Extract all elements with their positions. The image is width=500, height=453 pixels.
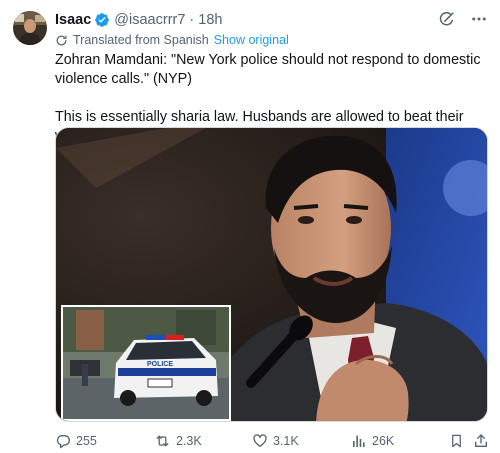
- author-handle[interactable]: @isaacrrr7: [114, 12, 185, 28]
- like-icon: [253, 434, 267, 447]
- repost-button[interactable]: 2.3K: [154, 431, 202, 451]
- like-button[interactable]: 3.1K: [252, 431, 299, 451]
- share-button[interactable]: [473, 431, 494, 451]
- post-text-line: Zohran Mamdani: "New York police should …: [55, 52, 481, 87]
- views-button[interactable]: 26K: [351, 431, 394, 451]
- bookmark-icon: [452, 434, 461, 448]
- header-actions: [438, 10, 488, 28]
- post-header: Isaac @isaacrrr7 · 18h: [55, 10, 222, 30]
- post-media[interactable]: POLICE: [55, 127, 488, 422]
- avatar[interactable]: [13, 11, 47, 45]
- display-name[interactable]: Isaac: [55, 12, 91, 28]
- bookmark-button[interactable]: [449, 431, 469, 451]
- show-original-link[interactable]: Show original: [214, 33, 289, 47]
- share-icon: [475, 434, 487, 447]
- globe-icon: [55, 34, 68, 47]
- verified-badge-icon: [94, 12, 110, 28]
- view-count: 26K: [372, 434, 395, 448]
- views-icon: [353, 435, 365, 447]
- separator-dot: ·: [189, 12, 195, 28]
- svg-text:POLICE: POLICE: [147, 361, 173, 368]
- inset-photo: POLICE: [61, 305, 231, 421]
- more-icon[interactable]: [470, 10, 488, 28]
- grok-icon[interactable]: [438, 10, 456, 28]
- reply-count: 255: [76, 434, 97, 448]
- timestamp[interactable]: 18h: [198, 12, 222, 28]
- tweet-card: Isaac @isaacrrr7 · 18h Translated from S…: [0, 0, 500, 453]
- like-count: 3.1K: [273, 434, 299, 448]
- translation-note: Translated from Spanish Show original: [55, 32, 289, 48]
- translation-label: Translated from Spanish: [73, 33, 209, 47]
- media-image: POLICE: [56, 128, 487, 421]
- reply-icon: [56, 435, 70, 449]
- reply-button[interactable]: 255: [55, 431, 97, 451]
- action-bar: 255 2.3K 3.1K 26K: [55, 431, 489, 451]
- repost-count: 2.3K: [176, 434, 202, 448]
- repost-icon: [156, 435, 169, 447]
